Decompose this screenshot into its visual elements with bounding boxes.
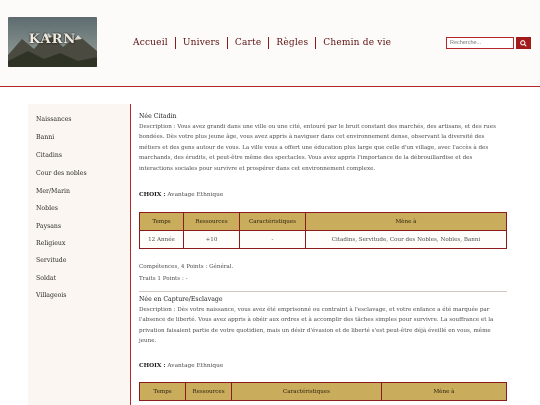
- sidebar-item-banni[interactable]: Banni: [36, 134, 54, 141]
- sidebar-item-paysans[interactable]: Paysans: [36, 223, 61, 230]
- table-header-cell: Temps: [139, 212, 184, 231]
- table-header-cell: Mène à: [381, 382, 507, 401]
- table-cell: -: [239, 230, 306, 249]
- search-button[interactable]: [516, 37, 531, 49]
- table-header-row: Temps Ressources Caractéristiques Mène à: [139, 212, 507, 231]
- table-header-cell: Caractéristiques: [231, 382, 382, 401]
- nav-accueil[interactable]: Accueil: [133, 38, 168, 48]
- table-cell: Citadins, Servitude, Cour des Nobles, No…: [305, 230, 507, 249]
- sidebar-item-cour-des-nobles[interactable]: Cour des nobles: [36, 170, 87, 177]
- nav-divider: [174, 37, 176, 49]
- nav-chemin-de-vie[interactable]: Chemin de vie: [323, 38, 391, 48]
- section-title: Née Citadin: [139, 113, 177, 120]
- section-table: Temps Ressources Caractéristiques Mène à: [139, 382, 507, 401]
- section-description: Description : Vous avez grandi dans une …: [139, 124, 496, 172]
- choix-label: CHOIX :: [139, 363, 166, 369]
- sidebar-divider: [130, 104, 131, 405]
- table-row: 12 Année +10 - Citadins, Servitude, Cour…: [139, 230, 507, 249]
- table-cell: 12 Année: [139, 230, 184, 249]
- table-header-cell: Mène à: [305, 212, 507, 231]
- table-header-row: Temps Ressources Caractéristiques Mène à: [139, 382, 507, 401]
- sidebar-item-nobles[interactable]: Nobles: [36, 205, 58, 212]
- header-divider: [0, 86, 540, 87]
- sidebar-item-citadins[interactable]: Citadins: [36, 152, 62, 159]
- traits-text: Traits 1 Points : -: [139, 276, 188, 282]
- table-header-cell: Caractéristiques: [239, 212, 306, 231]
- choix-line: CHOIX : Avantage Ethnique: [139, 363, 223, 369]
- nav-divider: [315, 37, 317, 49]
- sidebar-item-servitude[interactable]: Servitude: [36, 257, 66, 264]
- nav-regles[interactable]: Règles: [276, 38, 308, 48]
- section-title: Née en Capture/Esclavage: [139, 296, 223, 303]
- search-icon: [520, 39, 527, 47]
- sidebar-item-religieux[interactable]: Religieux: [36, 240, 65, 247]
- section-divider: [139, 291, 507, 292]
- search-input[interactable]: [446, 37, 514, 49]
- nav-carte[interactable]: Carte: [235, 38, 262, 48]
- table-header-cell: Temps: [139, 382, 186, 401]
- nav-divider: [226, 37, 228, 49]
- logo-text: KARN: [28, 32, 77, 47]
- sidebar: Naissances Banni Citadins Cour des noble…: [28, 104, 130, 405]
- table-header-cell: Ressources: [183, 212, 240, 231]
- nav-divider: [268, 37, 270, 49]
- section-table: Temps Ressources Caractéristiques Mène à…: [139, 212, 507, 249]
- choix-value: Avantage Ethnique: [167, 192, 224, 198]
- section-description: Description : Dès votre naissance, vous …: [139, 307, 494, 345]
- table-cell: +10: [183, 230, 240, 249]
- sidebar-item-soldat[interactable]: Soldat: [36, 275, 56, 282]
- competences-text: Compétences, 4 Points : Général.: [139, 264, 234, 270]
- site-logo[interactable]: KARN: [8, 17, 97, 67]
- sidebar-item-villageois[interactable]: Villageois: [36, 292, 67, 299]
- nav-univers[interactable]: Univers: [183, 38, 220, 48]
- main-nav: Accueil Univers Carte Règles Chemin de v…: [133, 36, 391, 50]
- sidebar-item-naissances[interactable]: Naissances: [36, 116, 71, 123]
- choix-value: Avantage Ethnique: [167, 363, 224, 369]
- sidebar-item-mer-marin[interactable]: Mer/Marin: [36, 188, 70, 195]
- choix-label: CHOIX :: [139, 192, 166, 198]
- choix-line: CHOIX : Avantage Ethnique: [139, 192, 223, 198]
- table-header-cell: Ressources: [185, 382, 232, 401]
